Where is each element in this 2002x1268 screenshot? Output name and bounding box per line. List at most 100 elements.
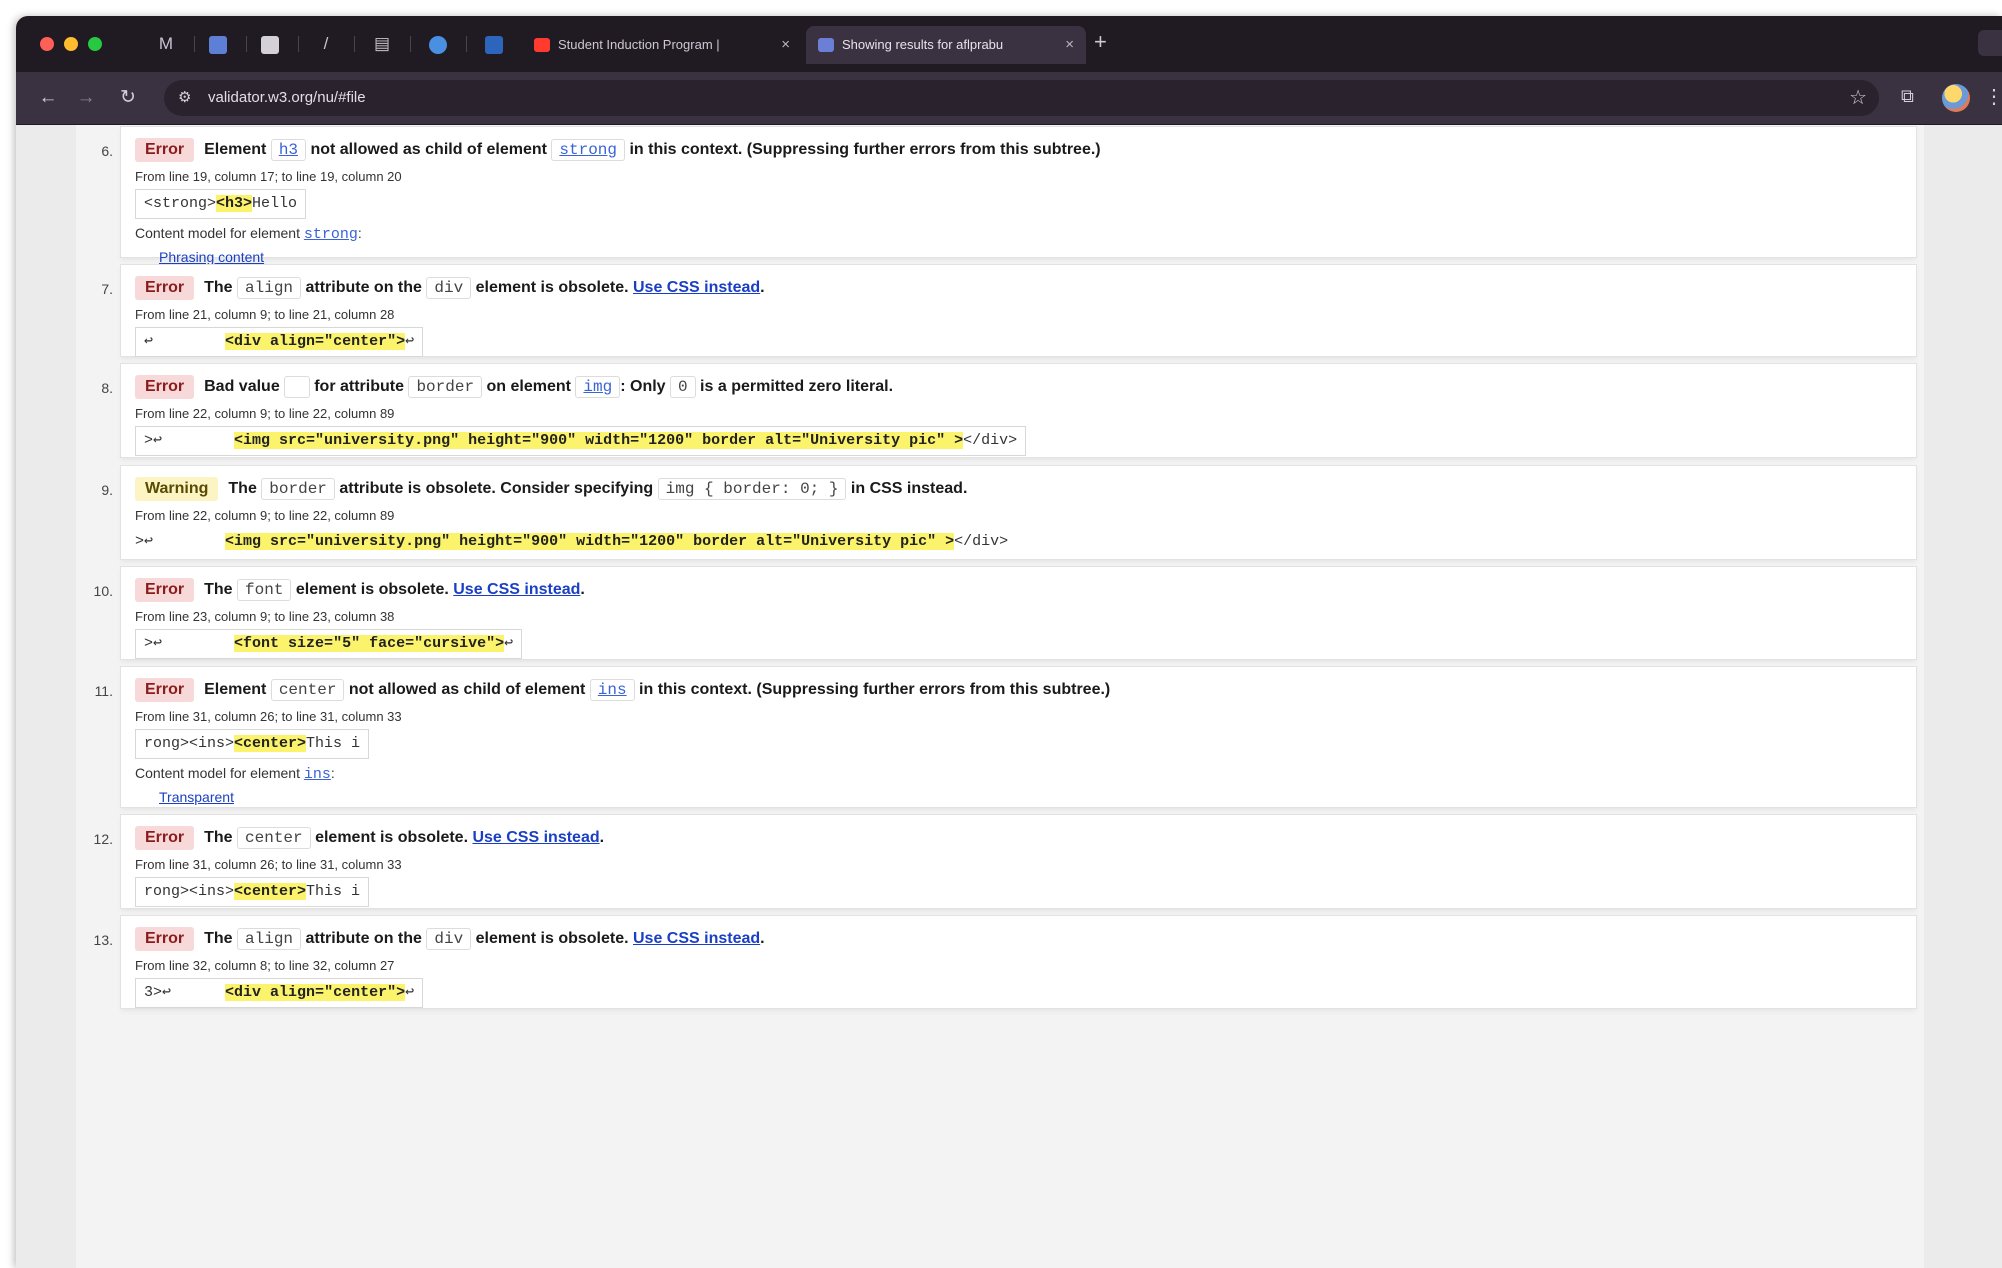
message-location: From line 21, column 9; to line 21, colu… xyxy=(135,307,395,322)
message-text-segment: Bad value xyxy=(204,378,285,395)
profile-avatar[interactable] xyxy=(1942,84,1970,112)
tab-strip: M / ▤ Student Induction Program | × Show… xyxy=(16,16,2002,72)
error-badge: Error xyxy=(135,826,195,850)
message-location: From line 23, column 9; to line 23, colu… xyxy=(135,609,395,624)
pinned-tab-linkedin[interactable] xyxy=(480,30,508,58)
pinned-tab-5[interactable] xyxy=(424,30,452,58)
source-extract: rong><ins><center>This i xyxy=(135,729,370,759)
pinned-tab-gmail[interactable]: M xyxy=(152,30,180,58)
code-term: 0 xyxy=(670,376,696,398)
pinned-tab-3[interactable]: / xyxy=(312,30,340,58)
message-text-segment: not allowed as child of element xyxy=(306,141,552,158)
message-text-segment: attribute on the xyxy=(301,930,427,947)
close-tab-icon[interactable]: × xyxy=(781,26,790,64)
message-text-segment: is a permitted zero literal. xyxy=(695,378,894,395)
error-badge: Error xyxy=(135,678,195,702)
warning-badge: Warning xyxy=(135,477,219,501)
validation-message: 7. Error The align attribute on the div el… xyxy=(101,265,1916,357)
source-extract: >↩ <img src="university.png" height="900… xyxy=(135,426,1027,456)
message-number: 7. xyxy=(101,281,113,297)
element-link[interactable]: h3 xyxy=(270,139,307,161)
extract-highlight: <h3> xyxy=(216,195,253,212)
content-model-link[interactable]: Transparent xyxy=(159,789,234,805)
source-extract: >↩ <font size="5" face="cursive">↩ xyxy=(135,629,523,659)
error-badge: Error xyxy=(135,927,195,951)
message-location: From line 31, column 26; to line 31, col… xyxy=(135,709,402,724)
minimize-window-button[interactable] xyxy=(64,37,78,51)
bookmark-star-icon[interactable]: ☆ xyxy=(1849,85,1867,110)
forward-button[interactable]: → xyxy=(72,84,100,112)
message-text-segment: element is obsolete. xyxy=(471,930,633,947)
close-window-button[interactable] xyxy=(40,37,54,51)
use-css-instead-link[interactable]: Use CSS instead xyxy=(453,581,580,598)
extract-highlight: <font size="5" face="cursive"> xyxy=(234,635,505,652)
use-css-instead-link[interactable]: Use CSS instead xyxy=(472,829,599,846)
message-text-segment: for attribute xyxy=(309,378,409,395)
extensions-icon[interactable]: ⧉ xyxy=(1901,86,1914,107)
message-text: Error The align attribute on the div elem… xyxy=(135,926,1902,952)
app-icon xyxy=(209,35,227,54)
message-number: 8. xyxy=(101,380,113,396)
tab-student-induction[interactable]: Student Induction Program | × xyxy=(522,26,802,64)
reload-button[interactable]: ↻ xyxy=(114,84,142,112)
source-extract: >↩ <img src="university.png" height="900… xyxy=(127,528,1017,556)
message-text: Error The center element is obsolete. Use… xyxy=(135,825,1902,851)
message-text: Error Bad value for attribute border on e… xyxy=(135,374,1902,400)
use-css-instead-link[interactable]: Use CSS instead xyxy=(633,930,760,947)
code-term: center xyxy=(270,679,345,701)
message-text-segment: The xyxy=(204,829,238,846)
close-tab-icon[interactable]: × xyxy=(1065,26,1074,64)
pinned-tab-4[interactable]: ▤ xyxy=(368,30,396,58)
message-number: 12. xyxy=(93,831,113,847)
extract-before: rong><ins> xyxy=(144,735,235,752)
message-text-segment: Element xyxy=(204,681,271,698)
error-badge: Error xyxy=(135,138,195,162)
extract-after: ↩ xyxy=(405,333,415,350)
message-text: Warning The border attribute is obsolete.… xyxy=(135,476,1902,502)
menu-icon[interactable]: ⋮ xyxy=(1984,84,2002,109)
pinned-tab-1[interactable] xyxy=(204,30,232,58)
element-link[interactable]: ins xyxy=(589,679,635,701)
extract-after: Hello xyxy=(252,195,298,212)
content-model-element-link[interactable]: strong xyxy=(303,226,358,243)
message-text: Error Element center not allowed as child… xyxy=(135,677,1902,703)
error-badge: Error xyxy=(135,578,195,602)
new-tab-button[interactable]: + xyxy=(1094,29,1107,55)
gmail-icon: M xyxy=(158,34,174,53)
source-extract: 3>↩ <div align="center">↩ xyxy=(135,978,424,1008)
message-text-segment: not allowed as child of element xyxy=(344,681,590,698)
extract-before: >↩ xyxy=(135,533,226,550)
message-text-segment: Element xyxy=(204,141,271,158)
url-text[interactable]: validator.w3.org/nu/#file xyxy=(208,80,366,116)
message-number: 10. xyxy=(93,583,113,599)
validation-message: 8. Error Bad value for attribute border on… xyxy=(101,364,1916,457)
site-settings-icon[interactable]: ⚙ xyxy=(178,88,191,106)
content-model-link[interactable]: Phrasing content xyxy=(159,249,264,265)
tab-validator-results[interactable]: Showing results for aflprabu × xyxy=(806,26,1086,64)
zoom-window-button[interactable] xyxy=(88,37,102,51)
slash-icon: / xyxy=(323,34,329,53)
extract-after: This i xyxy=(306,883,361,900)
address-bar[interactable]: ⚙ validator.w3.org/nu/#file ☆ xyxy=(164,80,1879,116)
page-margin xyxy=(1924,125,2002,1268)
content-model-element-link[interactable]: ins xyxy=(303,766,331,783)
element-link[interactable]: strong xyxy=(551,139,625,161)
message-text-segment: on element xyxy=(482,378,576,395)
message-text: Error The font element is obsolete. Use C… xyxy=(135,577,1902,603)
message-text: Error The align attribute on the div elem… xyxy=(135,275,1902,301)
message-text-segment: . xyxy=(599,829,605,846)
use-css-instead-link[interactable]: Use CSS instead xyxy=(633,279,760,296)
tab-search-button[interactable] xyxy=(1978,30,2002,56)
content-model-text: Content model for element xyxy=(135,225,304,241)
message-text-segment: element is obsolete. xyxy=(471,279,633,296)
message-text-segment: . xyxy=(760,279,765,296)
pinned-tab-2[interactable] xyxy=(256,30,284,58)
code-term: img { border: 0; } xyxy=(657,478,847,500)
tab-title: Student Induction Program | xyxy=(558,37,720,52)
extract-before: <strong> xyxy=(144,195,217,212)
element-link[interactable]: img xyxy=(575,376,621,398)
extract-highlight: <img src="university.png" height="900" w… xyxy=(234,432,964,449)
back-button[interactable]: ← xyxy=(34,84,62,112)
source-extract: <strong><h3>Hello xyxy=(135,189,307,219)
validation-message: 6. Error Element h3 not allowed as child o… xyxy=(101,127,1916,265)
